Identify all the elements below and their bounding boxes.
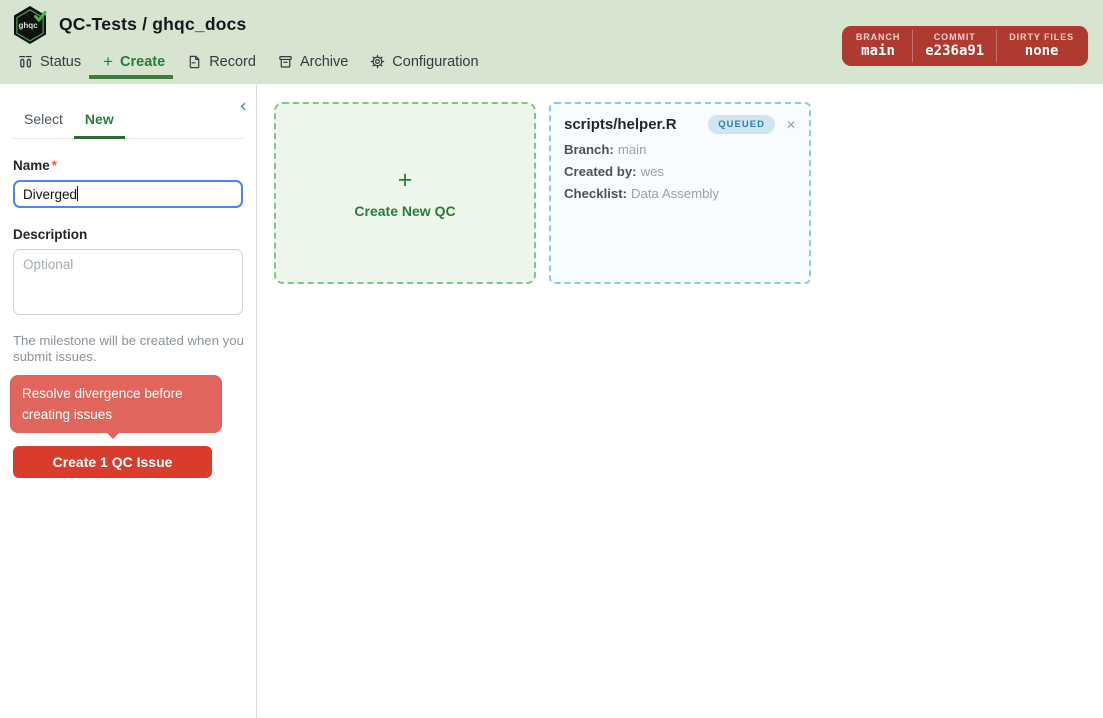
tab-configuration[interactable]: Configuration	[370, 44, 478, 79]
tab-record[interactable]: Record	[187, 44, 256, 79]
close-icon[interactable]: ✕	[786, 118, 796, 132]
branch-badge: BRANCH main	[844, 30, 912, 62]
qc-field-branch: Branch:main	[564, 139, 796, 161]
logo-text: ghqc	[18, 21, 38, 30]
qc-file-title: scripts/helper.R	[564, 116, 708, 133]
create-new-qc-label: Create New QC	[354, 203, 455, 219]
name-field-label: Name*	[13, 158, 243, 173]
qc-field-checklist: Checklist:Data Assembly	[564, 183, 796, 205]
branch-badge-label: BRANCH	[856, 32, 900, 42]
plus-icon: +	[103, 53, 113, 70]
main-content: + Create New QC scripts/helper.R QUEUED …	[257, 84, 1103, 718]
tab-select[interactable]: Select	[13, 106, 74, 138]
commit-badge-value: e236a91	[925, 43, 984, 59]
plus-icon: +	[398, 168, 413, 193]
nav-label-record: Record	[209, 54, 256, 70]
collapse-sidebar-icon[interactable]: ‹	[239, 97, 247, 116]
tab-create[interactable]: + Create	[103, 44, 165, 79]
dirty-files-badge: DIRTY FILES none	[996, 30, 1086, 62]
sidebar-tabs: Select New	[13, 106, 243, 139]
required-asterisk: *	[52, 158, 57, 173]
commit-badge: COMMIT e236a91	[912, 30, 996, 62]
nav-label-create: Create	[120, 54, 165, 70]
text-caret	[77, 186, 78, 201]
qc-field-created-by: Created by:wes	[564, 161, 796, 183]
qc-card-grid: + Create New QC scripts/helper.R QUEUED …	[274, 102, 1103, 284]
tab-archive[interactable]: Archive	[278, 44, 348, 79]
description-field-label: Description	[13, 227, 243, 242]
status-icon	[18, 54, 33, 69]
nav-label-archive: Archive	[300, 54, 348, 70]
name-input[interactable]	[13, 180, 243, 208]
gear-icon	[370, 54, 385, 69]
page-body: ‹ Select New Name* Description The miles…	[0, 84, 1103, 718]
divergence-error-tooltip: Resolve divergence before creating issue…	[10, 375, 222, 434]
tab-new[interactable]: New	[74, 106, 125, 139]
description-input[interactable]	[13, 249, 243, 315]
create-new-qc-card[interactable]: + Create New QC	[274, 102, 536, 284]
name-input-wrap	[13, 173, 243, 208]
branch-badge-value: main	[856, 43, 900, 59]
dirty-files-badge-value: none	[1009, 43, 1074, 59]
nav-label-status: Status	[40, 54, 81, 70]
qc-card-header: scripts/helper.R QUEUED ✕	[564, 115, 796, 134]
archive-icon	[278, 54, 293, 69]
ghqc-logo-icon: ghqc	[12, 5, 48, 45]
tab-status[interactable]: Status	[18, 44, 81, 79]
qc-card-fields: Branch:main Created by:wes Checklist:Dat…	[564, 139, 796, 205]
document-icon	[187, 54, 202, 69]
header-title-row: ghqc QC-Tests / ghqc_docs BRANCH main CO…	[0, 0, 1103, 44]
commit-badge-label: COMMIT	[925, 32, 984, 42]
repo-status-badges: BRANCH main COMMIT e236a91 DIRTY FILES n…	[842, 26, 1088, 66]
create-qc-issue-button[interactable]: Create 1 QC Issue	[13, 446, 212, 478]
status-badge: QUEUED	[708, 115, 775, 134]
dirty-files-badge-label: DIRTY FILES	[1009, 32, 1074, 42]
page-title: QC-Tests / ghqc_docs	[59, 14, 246, 35]
qc-item-card: scripts/helper.R QUEUED ✕ Branch:main Cr…	[549, 102, 811, 284]
nav-label-configuration: Configuration	[392, 54, 478, 70]
milestone-note: The milestone will be created when you s…	[13, 333, 245, 366]
app-header: ghqc QC-Tests / ghqc_docs BRANCH main CO…	[0, 0, 1103, 84]
create-form-sidebar: ‹ Select New Name* Description The miles…	[0, 84, 257, 718]
